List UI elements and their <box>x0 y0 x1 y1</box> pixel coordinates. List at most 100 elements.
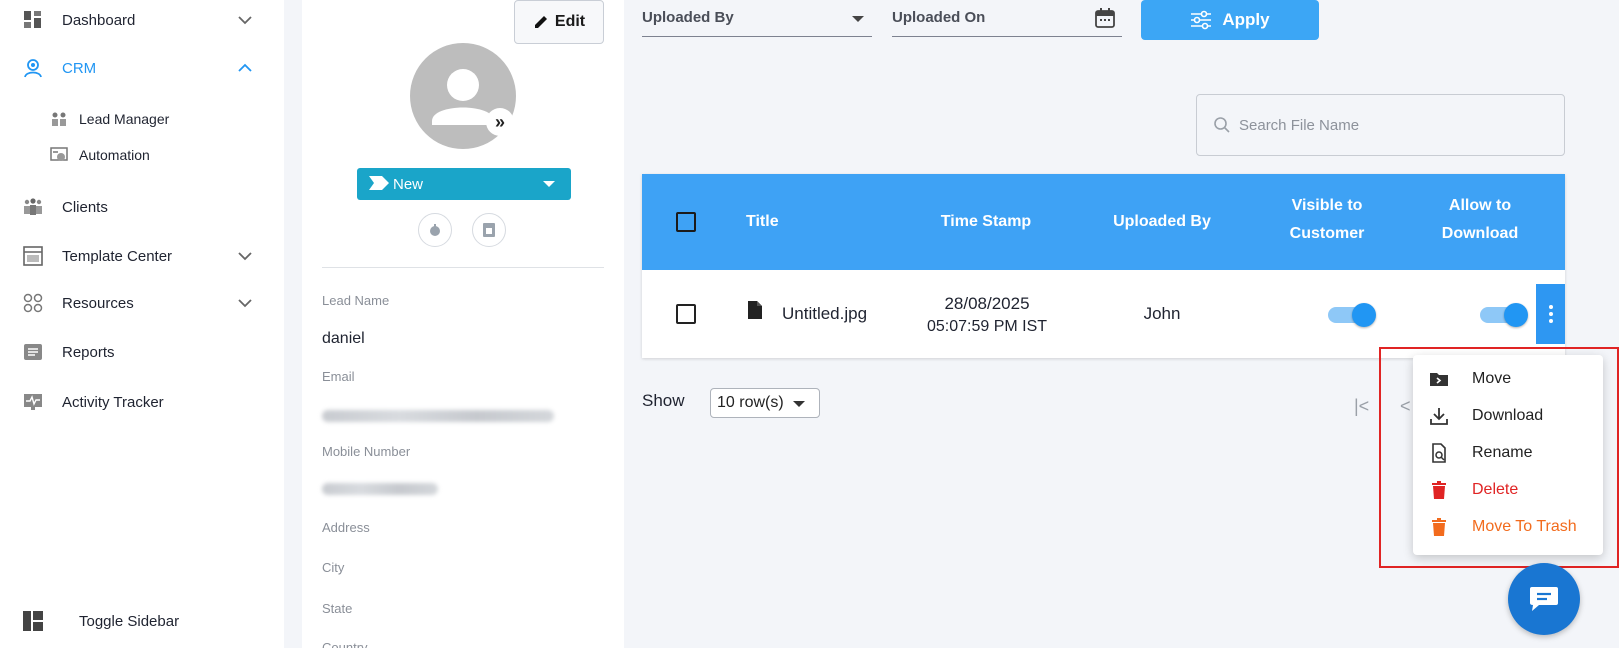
calendar-icon[interactable] <box>1094 7 1116 29</box>
header-visible-line2: Customer <box>1289 225 1365 242</box>
search-icon <box>1214 117 1230 133</box>
uploaded-by-filter-label: Uploaded By <box>642 9 734 26</box>
show-label: Show <box>642 391 685 410</box>
sidebar-item-reports[interactable]: Reports <box>0 337 284 367</box>
row-checkbox[interactable] <box>676 304 696 324</box>
pencil-icon <box>534 16 547 28</box>
search-file-field <box>1196 94 1565 156</box>
visible-to-customer-toggle[interactable] <box>1328 303 1376 327</box>
address-label: Address <box>322 520 370 535</box>
file-icon <box>748 301 762 319</box>
sidebar-item-activity-tracker[interactable]: Activity Tracker <box>0 387 284 417</box>
file-timestamp: 28/08/2025 05:07:59 PM IST <box>902 292 1072 338</box>
sidebar: Dashboard CRM Lead Manager Automation Cl… <box>0 0 284 648</box>
email-value-redacted <box>322 410 554 422</box>
tag-icon <box>369 176 389 190</box>
sidebar-item-label: Resources <box>62 294 134 312</box>
rows-per-page-select[interactable]: 10 row(s) <box>710 388 820 418</box>
sidebar-item-automation[interactable]: Automation <box>0 142 284 168</box>
table-row[interactable]: Untitled.jpg 28/08/2025 05:07:59 PM IST … <box>642 270 1565 358</box>
chevron-down-icon <box>238 252 252 261</box>
avatar-expand-button[interactable]: » <box>486 108 514 136</box>
double-chevron-right-icon: » <box>494 111 505 132</box>
menu-item-rename[interactable]: Rename <box>1413 435 1603 469</box>
mobile-number-label: Mobile Number <box>322 444 411 459</box>
files-table: Title Time Stamp Uploaded By Visible to … <box>642 174 1565 358</box>
archive-button[interactable] <box>472 213 506 247</box>
header-timestamp: Time Stamp <box>940 213 1032 230</box>
menu-item-move-to-trash[interactable]: Move To Trash <box>1413 509 1603 543</box>
row-actions-kebab-icon[interactable] <box>1536 284 1565 344</box>
sidebar-item-crm[interactable]: CRM <box>0 53 284 83</box>
caret-down-icon <box>852 16 864 22</box>
menu-item-download[interactable]: Download <box>1413 398 1603 432</box>
uploaded-on-filter[interactable]: Uploaded On <box>892 0 1122 37</box>
uploaded-on-filter-label: Uploaded On <box>892 9 986 26</box>
header-allow-to-download: Allow to Download <box>1420 192 1540 248</box>
alarm-button[interactable] <box>418 213 452 247</box>
sidebar-item-dashboard[interactable]: Dashboard <box>0 5 284 35</box>
table-header: Title Time Stamp Uploaded By Visible to … <box>642 174 1565 270</box>
edit-button[interactable]: Edit <box>514 0 604 44</box>
header-title: Title <box>746 213 779 230</box>
apply-button[interactable]: Apply <box>1141 0 1319 40</box>
sidebar-item-clients[interactable]: Clients <box>0 192 284 222</box>
apply-label: Apply <box>1222 10 1270 29</box>
menu-item-label: Rename <box>1472 444 1533 461</box>
header-visible-line1: Visible to <box>1291 197 1363 214</box>
menu-item-label: Move To Trash <box>1472 518 1577 535</box>
first-page-icon[interactable]: |< <box>1354 396 1369 417</box>
file-date: 28/08/2025 <box>944 294 1030 313</box>
clients-icon <box>22 196 44 218</box>
filter-sliders-icon <box>1191 10 1212 30</box>
search-input[interactable] <box>1239 95 1549 155</box>
toggle-sidebar-button[interactable]: Toggle Sidebar <box>0 606 284 636</box>
sidebar-item-lead-manager[interactable]: Lead Manager <box>0 106 284 132</box>
download-icon <box>1430 408 1448 425</box>
email-label: Email <box>322 369 355 384</box>
toggle-sidebar-icon <box>22 610 44 632</box>
caret-down-icon <box>793 401 805 407</box>
template-icon <box>22 245 44 267</box>
country-label: Country <box>322 640 368 648</box>
city-label: City <box>322 560 345 575</box>
allow-download-toggle[interactable] <box>1480 303 1528 327</box>
sidebar-item-label: Template Center <box>62 247 173 265</box>
archive-icon <box>483 223 495 237</box>
menu-item-move[interactable]: Move <box>1413 361 1603 395</box>
toggle-knob <box>1352 303 1376 327</box>
header-download-line1: Allow to <box>1448 197 1512 214</box>
chat-button[interactable] <box>1508 563 1580 635</box>
edit-label: Edit <box>554 13 586 30</box>
select-all-checkbox[interactable] <box>676 212 696 232</box>
sidebar-item-template-center[interactable]: Template Center <box>0 241 284 271</box>
sidebar-item-label: Activity Tracker <box>62 393 164 411</box>
sidebar-item-label: CRM <box>62 59 97 77</box>
menu-item-label: Delete <box>1472 481 1519 498</box>
header-download-line2: Download <box>1441 225 1519 242</box>
lead-name-label: Lead Name <box>322 293 390 308</box>
chat-bubble-icon <box>1530 587 1558 611</box>
lead-status-value: New <box>393 175 424 193</box>
lead-status-select[interactable]: New <box>357 168 571 200</box>
mobile-number-value-redacted <box>322 483 438 495</box>
rename-file-icon <box>1432 443 1446 463</box>
file-uploaded-by: John <box>1143 304 1181 323</box>
file-title[interactable]: Untitled.jpg <box>782 304 867 324</box>
sidebar-item-resources[interactable]: Resources <box>0 288 284 318</box>
file-context-menu: Move Download Rename Delete Move To Tras… <box>1413 355 1603 555</box>
chevron-down-icon <box>238 16 252 25</box>
sidebar-item-label: Lead Manager <box>79 111 170 127</box>
sidebar-item-label: Reports <box>62 343 115 361</box>
dashboard-icon <box>22 9 44 31</box>
toggle-sidebar-label: Toggle Sidebar <box>79 612 180 630</box>
chevron-up-icon <box>238 63 252 72</box>
lead-profile-panel: Edit » New Lead Name daniel Email Mobile… <box>302 0 624 648</box>
menu-item-delete[interactable]: Delete <box>1413 472 1603 506</box>
rows-per-page-value: 10 row(s) <box>717 394 784 411</box>
trash-icon <box>1432 481 1446 499</box>
resources-icon <box>22 292 44 314</box>
uploaded-by-filter[interactable]: Uploaded By <box>642 0 872 37</box>
trash-icon <box>1432 518 1446 536</box>
activity-tracker-icon <box>22 391 44 413</box>
